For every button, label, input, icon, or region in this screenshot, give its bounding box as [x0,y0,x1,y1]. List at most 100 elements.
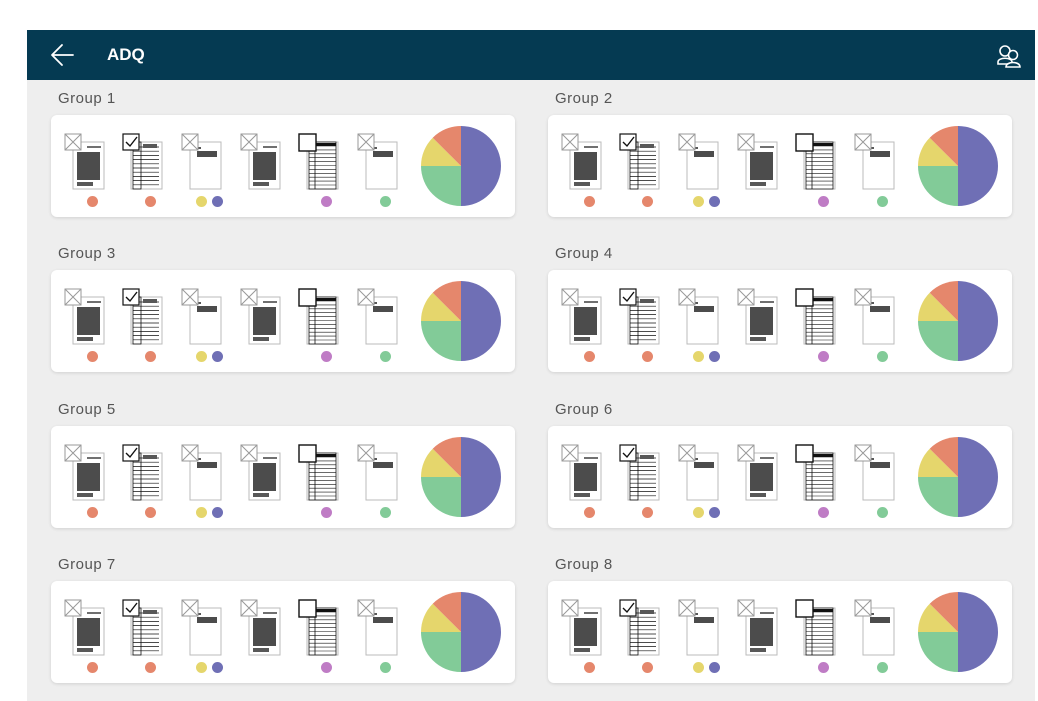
document-thumbnail[interactable] [297,133,341,191]
document-thumbnail[interactable] [356,133,400,191]
group-card [548,581,1012,683]
pie-slice-green [918,632,958,672]
document-thumbnail[interactable] [180,444,224,502]
tag-dot [583,662,595,673]
arrow-left-icon[interactable] [47,40,79,70]
document-thumbnail[interactable] [180,133,224,191]
document-thumbnail[interactable] [297,288,341,346]
tag-dot [692,196,704,207]
pie-slice-purple [958,592,998,672]
distribution-pie [918,592,998,672]
document-thumbnail[interactable] [736,599,780,657]
document-thumbnail[interactable] [853,133,897,191]
document-thumbnail[interactable] [180,599,224,657]
document-thumbnail[interactable] [794,133,838,191]
document-thumbnail[interactable] [63,288,107,346]
document-thumbnail[interactable] [63,444,107,502]
page-title: ADQ [107,45,145,64]
document-thumbnail[interactable] [239,599,283,657]
group-title: Group 5 [58,401,116,418]
tag-dot [876,351,888,362]
people-icon[interactable] [995,42,1023,70]
group-title: Group 1 [58,90,116,107]
tag-dot [86,196,98,207]
tag-dot [211,351,223,362]
distribution-pie [421,437,501,517]
tag-dot [817,196,829,207]
document-thumbnail[interactable] [677,599,721,657]
tag-dot [583,351,595,362]
document-thumbnail[interactable] [560,133,604,191]
document-thumbnail[interactable] [736,288,780,346]
document-thumbnail[interactable] [63,133,107,191]
document-thumbnail[interactable] [618,444,662,502]
document-thumbnail[interactable] [121,288,165,346]
group-card [548,270,1012,372]
group-card [548,426,1012,528]
pie-slice-purple [461,281,501,361]
tag-dot [211,196,223,207]
group-title: Group 7 [58,556,116,573]
group-card [51,426,515,528]
document-thumbnail[interactable] [239,288,283,346]
document-thumbnail[interactable] [560,288,604,346]
document-thumbnail[interactable] [356,288,400,346]
pie-slice-green [918,166,958,206]
document-thumbnail[interactable] [853,599,897,657]
group-title: Group 4 [555,245,613,262]
tag-dot [144,351,156,362]
document-thumbnail[interactable] [239,133,283,191]
document-thumbnail[interactable] [297,599,341,657]
distribution-pie [918,437,998,517]
distribution-pie [918,126,998,206]
document-thumbnail[interactable] [63,599,107,657]
document-thumbnail[interactable] [794,599,838,657]
document-thumbnail[interactable] [180,288,224,346]
document-thumbnail[interactable] [560,599,604,657]
document-thumbnail[interactable] [618,599,662,657]
tag-dot [817,351,829,362]
group-card [548,115,1012,217]
pie-slice-green [918,477,958,517]
distribution-pie [421,126,501,206]
pie-slice-green [421,166,461,206]
document-thumbnail[interactable] [677,444,721,502]
tag-dot [641,351,653,362]
document-thumbnail[interactable] [356,444,400,502]
tag-dot [195,196,207,207]
document-thumbnail[interactable] [677,288,721,346]
document-thumbnail[interactable] [239,444,283,502]
tag-dot [692,507,704,518]
tag-dot [876,507,888,518]
group-card [51,581,515,683]
document-thumbnail[interactable] [736,444,780,502]
tag-dot [86,662,98,673]
tag-dot [144,507,156,518]
document-thumbnail[interactable] [356,599,400,657]
document-thumbnail[interactable] [618,133,662,191]
document-thumbnail[interactable] [853,444,897,502]
tag-dot [583,507,595,518]
document-thumbnail[interactable] [121,133,165,191]
group-title: Group 6 [555,401,613,418]
pie-slice-purple [958,281,998,361]
document-thumbnail[interactable] [560,444,604,502]
document-thumbnail[interactable] [618,288,662,346]
tag-dot [379,196,391,207]
distribution-pie [918,281,998,361]
tag-dot [817,662,829,673]
pie-slice-green [421,477,461,517]
tag-dot [583,196,595,207]
document-thumbnail[interactable] [794,444,838,502]
group-title: Group 3 [58,245,116,262]
document-thumbnail[interactable] [297,444,341,502]
document-thumbnail[interactable] [736,133,780,191]
document-thumbnail[interactable] [121,599,165,657]
tag-dot [641,196,653,207]
document-thumbnail[interactable] [794,288,838,346]
document-thumbnail[interactable] [853,288,897,346]
tag-dot [876,196,888,207]
document-thumbnail[interactable] [121,444,165,502]
group-card [51,115,515,217]
document-thumbnail[interactable] [677,133,721,191]
